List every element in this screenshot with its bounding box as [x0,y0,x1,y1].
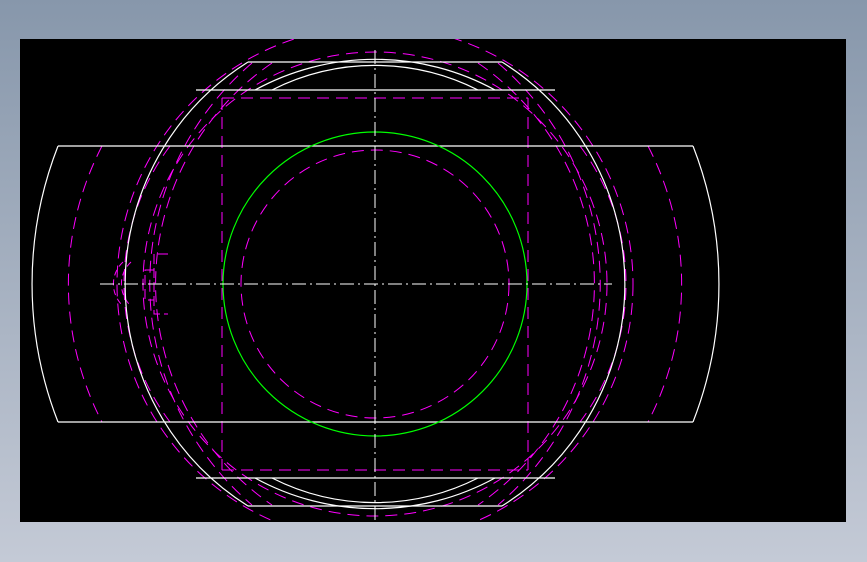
drawing-background [20,39,846,522]
cad-drawing-viewport[interactable] [20,39,846,522]
